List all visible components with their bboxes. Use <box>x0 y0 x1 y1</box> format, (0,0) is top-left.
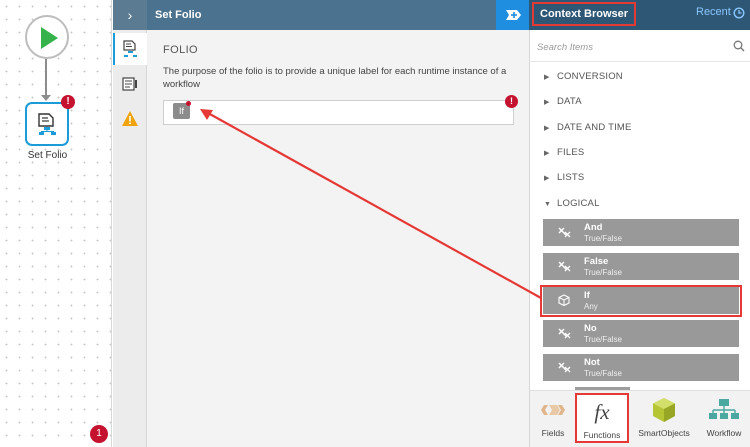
workflow-tree-icon <box>709 399 739 419</box>
category-label: LOGICAL <box>557 198 600 209</box>
tab-label: SmartObjects <box>638 428 690 438</box>
collapse-panel-button[interactable]: › <box>113 0 147 30</box>
tab-workflow[interactable]: Workflow <box>700 393 748 443</box>
logic-function-icon <box>558 362 571 373</box>
search-input[interactable] <box>537 38 717 56</box>
token-error-dot <box>186 101 191 106</box>
chevron-right-icon: ▶ <box>544 74 550 81</box>
play-icon <box>41 27 58 49</box>
chevron-right-icon: ▶ <box>544 175 550 182</box>
start-node[interactable] <box>25 15 69 59</box>
workflow-canvas[interactable] <box>0 0 112 447</box>
function-name: And <box>584 222 603 233</box>
warning-icon <box>122 111 138 126</box>
page-title: Set Folio <box>155 9 202 21</box>
category-label: DATE AND TIME <box>557 122 632 133</box>
clock-icon[interactable] <box>733 7 745 19</box>
section-title: FOLIO <box>163 44 199 56</box>
properties-icon <box>123 40 137 57</box>
function-item-and[interactable]: And True/False <box>543 219 739 246</box>
search-icon[interactable] <box>733 40 745 52</box>
recent-link[interactable]: Recent <box>696 6 731 18</box>
function-item-false[interactable]: False True/False <box>543 253 739 280</box>
error-counter-badge[interactable]: 1 <box>90 425 108 443</box>
svg-text:fx: fx <box>594 400 610 424</box>
function-return-type: True/False <box>584 268 622 277</box>
logic-function-icon <box>558 261 571 272</box>
function-return-type: True/False <box>584 369 622 378</box>
category-date-and-time[interactable]: ▶ DATE AND TIME <box>544 122 734 138</box>
tab-fields[interactable]: Fields <box>535 393 571 443</box>
function-item-no[interactable]: No True/False <box>543 320 739 347</box>
field-error-icon[interactable]: ! <box>505 95 518 108</box>
tab-functions[interactable]: fx Functions <box>575 393 629 443</box>
function-return-type: True/False <box>584 234 622 243</box>
category-logical[interactable]: ▼ LOGICAL <box>544 198 734 214</box>
category-label: LISTS <box>557 172 585 183</box>
category-files[interactable]: ▶ FILES <box>544 147 734 163</box>
category-conversion[interactable]: ▶ CONVERSION <box>544 71 734 87</box>
category-label: FILES <box>557 147 585 158</box>
function-name: Not <box>584 357 600 368</box>
category-lists[interactable]: ▶ LISTS <box>544 172 734 188</box>
function-name: No <box>584 323 597 334</box>
fx-icon: fx <box>594 400 610 424</box>
function-item-not[interactable]: Not True/False <box>543 354 739 381</box>
tab-label: Functions <box>583 430 621 440</box>
chevron-right-icon: ▶ <box>544 150 550 157</box>
chevron-right-icon: › <box>127 7 133 23</box>
chevron-down-icon: ▼ <box>544 201 552 208</box>
tab-label: Fields <box>541 428 565 438</box>
tab-smartobjects[interactable]: SmartObjects <box>634 393 694 443</box>
category-data[interactable]: ▶ DATA <box>544 96 734 112</box>
logic-function-icon <box>558 328 571 339</box>
tab-input-output[interactable] <box>113 68 147 100</box>
chevron-right-icon: ▶ <box>544 125 550 132</box>
editor-content <box>147 30 529 447</box>
tab-label: Workflow <box>706 428 742 438</box>
connector-line <box>45 59 47 98</box>
node-error-badge[interactable]: ! <box>61 95 75 109</box>
section-description: The purpose of the folio is to provide a… <box>163 66 507 90</box>
function-name: False <box>584 256 609 267</box>
fields-icon <box>541 405 565 415</box>
folio-step-icon <box>38 113 56 135</box>
chevron-right-icon: ▶ <box>544 99 550 106</box>
context-browser-title: Context Browser <box>532 2 637 26</box>
tab-warnings[interactable] <box>113 103 147 135</box>
smartobject-cube-icon <box>653 398 675 422</box>
function-return-type: True/False <box>584 335 622 344</box>
category-label: DATA <box>557 96 582 107</box>
set-folio-node[interactable] <box>25 102 69 146</box>
annotation-highlight-box <box>540 285 742 317</box>
expand-panel-icon <box>506 10 521 20</box>
connector-arrowhead <box>41 95 51 101</box>
expand-panel-button[interactable] <box>496 0 529 30</box>
category-label: CONVERSION <box>557 71 623 82</box>
node-label: Set Folio <box>27 150 68 161</box>
logic-function-icon <box>558 227 571 238</box>
input-output-icon <box>122 77 137 91</box>
tab-properties[interactable] <box>113 33 147 65</box>
folio-expression-field[interactable] <box>163 100 514 125</box>
